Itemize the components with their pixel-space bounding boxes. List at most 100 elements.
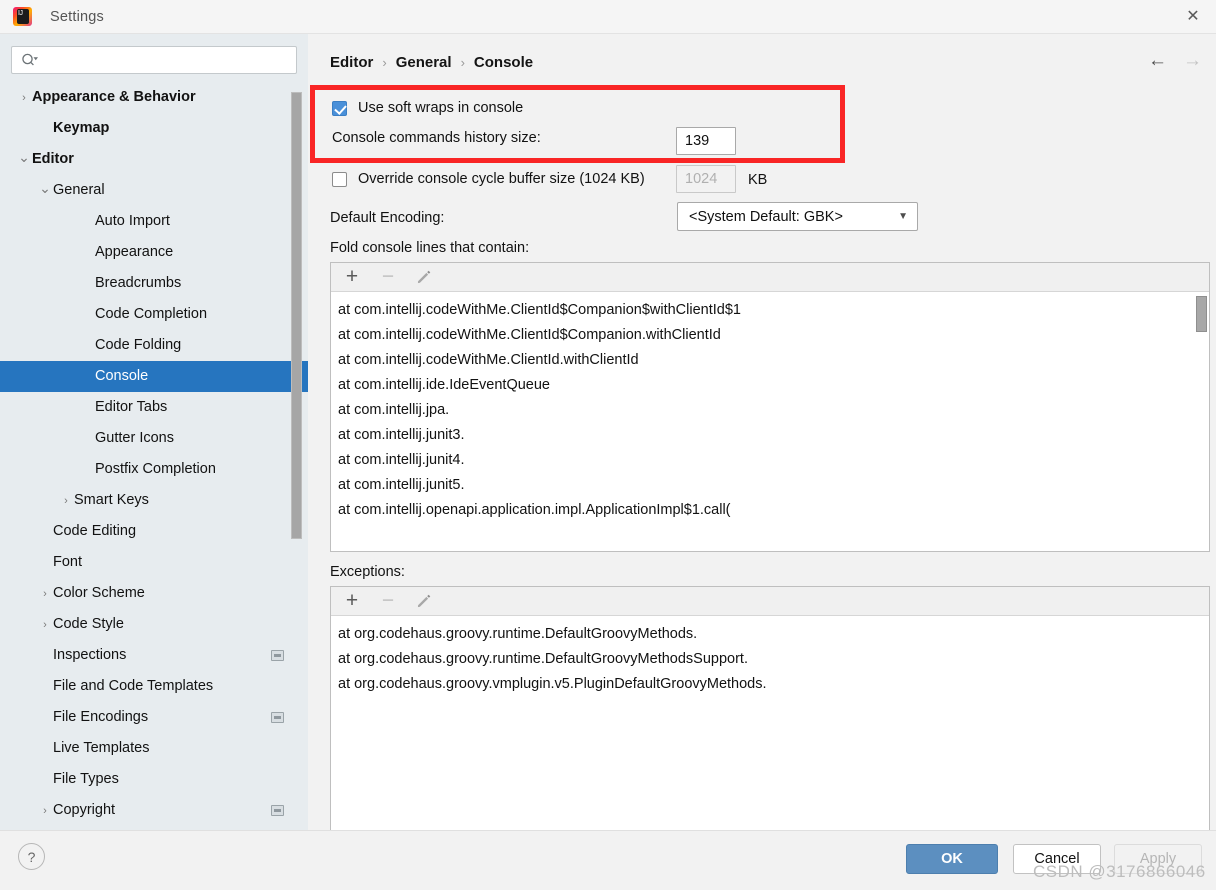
sidebar-item-label: Inspections xyxy=(53,647,127,664)
sidebar-item-label: Editor xyxy=(32,151,74,168)
sidebar-item-label: Breadcrumbs xyxy=(95,275,182,292)
exceptions-label: Exceptions: xyxy=(330,564,405,580)
sidebar-item-general[interactable]: ⌄ General xyxy=(0,175,308,206)
sidebar-item-label: File Types xyxy=(53,771,119,788)
default-encoding-combobox[interactable]: <System Default: GBK> ▼ xyxy=(677,202,918,231)
chevron-down-icon[interactable]: ⌄ xyxy=(37,180,53,197)
sidebar-item-postfix-completion[interactable]: Postfix Completion xyxy=(0,454,308,485)
project-scope-badge-icon xyxy=(271,712,284,723)
default-encoding-value: <System Default: GBK> xyxy=(689,208,843,225)
edit-pencil-icon[interactable] xyxy=(415,592,433,610)
sidebar-item-copyright[interactable]: › Copyright xyxy=(0,795,308,826)
sidebar-item-live-templates[interactable]: Live Templates xyxy=(0,733,308,764)
sidebar-item-font[interactable]: Font xyxy=(0,547,308,578)
chevron-right-icon[interactable]: › xyxy=(37,805,53,817)
edit-pencil-icon[interactable] xyxy=(415,268,433,286)
list-item[interactable]: at org.codehaus.groovy.runtime.DefaultGr… xyxy=(331,622,1209,647)
sidebar-item-keymap[interactable]: Keymap xyxy=(0,113,308,144)
content-panel: Editor › General › Console ← → Use soft … xyxy=(308,34,1216,839)
sidebar-item-label: Code Folding xyxy=(95,337,182,354)
breadcrumb-general[interactable]: General xyxy=(396,54,452,71)
breadcrumb-separator-1: › xyxy=(382,55,387,70)
override-buffer-row: Override console cycle buffer size (1024… xyxy=(332,171,645,187)
sidebar-scrollbar[interactable] xyxy=(291,92,302,539)
sidebar-item-label: Gutter Icons xyxy=(95,430,174,447)
chevron-right-icon[interactable]: › xyxy=(16,92,32,104)
list-item[interactable]: at com.intellij.codeWithMe.ClientId$Comp… xyxy=(331,323,1209,348)
sidebar-item-label: File and Code Templates xyxy=(53,678,214,695)
default-encoding-label: Default Encoding: xyxy=(330,210,445,226)
chevron-down-icon[interactable]: ⌄ xyxy=(16,149,32,166)
sidebar-item-code-editing[interactable]: Code Editing xyxy=(0,516,308,547)
search-box[interactable] xyxy=(11,46,297,74)
sidebar-item-appearance-behavior[interactable]: › Appearance & Behavior xyxy=(0,82,308,113)
breadcrumb-separator-2: › xyxy=(460,55,465,70)
soft-wraps-label: Use soft wraps in console xyxy=(358,100,524,116)
history-size-input[interactable] xyxy=(676,127,736,155)
sidebar-item-smart-keys[interactable]: › Smart Keys xyxy=(0,485,308,516)
sidebar-item-label: Code Editing xyxy=(53,523,137,540)
chevron-right-icon[interactable]: › xyxy=(58,495,74,507)
help-button[interactable]: ? xyxy=(18,843,45,870)
sidebar-item-file-encodings[interactable]: File Encodings xyxy=(0,702,308,733)
chevron-right-icon[interactable]: › xyxy=(37,619,53,631)
override-buffer-label: Override console cycle buffer size (1024… xyxy=(358,171,645,187)
breadcrumb-editor[interactable]: Editor xyxy=(330,54,373,71)
list-item[interactable]: at org.codehaus.groovy.runtime.DefaultGr… xyxy=(331,647,1209,672)
sidebar-item-label: Copyright xyxy=(53,802,116,819)
list-item[interactable]: at com.intellij.codeWithMe.ClientId$Comp… xyxy=(331,298,1209,323)
list-item[interactable]: at com.intellij.openapi.application.impl… xyxy=(331,498,1209,523)
sidebar-item-label: Appearance xyxy=(95,244,174,261)
sidebar-item-inspections[interactable]: Inspections xyxy=(0,640,308,671)
sidebar-item-label: Code Style xyxy=(53,616,124,633)
list-item[interactable]: at com.intellij.junit5. xyxy=(331,473,1209,498)
chevron-down-icon: ▼ xyxy=(898,211,908,222)
exceptions-toolbar: + − xyxy=(331,587,1209,616)
list-item[interactable]: at com.intellij.codeWithMe.ClientId.with… xyxy=(331,348,1209,373)
window-title: Settings xyxy=(50,8,104,25)
forward-arrow-icon[interactable]: → xyxy=(1183,51,1202,70)
list-item[interactable]: at com.intellij.junit4. xyxy=(331,448,1209,473)
sidebar-item-code-completion[interactable]: Code Completion xyxy=(0,299,308,330)
chevron-right-icon[interactable]: › xyxy=(37,588,53,600)
close-icon[interactable]: ✕ xyxy=(1170,0,1216,34)
list-item[interactable]: at org.codehaus.groovy.vmplugin.v5.Plugi… xyxy=(331,672,1209,697)
sidebar-item-console[interactable]: Console xyxy=(0,361,308,392)
fold-lines-toolbar: + − xyxy=(331,263,1209,292)
add-icon[interactable]: + xyxy=(343,266,361,287)
list-item[interactable]: at com.intellij.jpa. xyxy=(331,398,1209,423)
search-input[interactable] xyxy=(39,48,296,72)
logo-text: IJ xyxy=(18,10,23,17)
sidebar-item-label: Postfix Completion xyxy=(95,461,216,478)
back-arrow-icon[interactable]: ← xyxy=(1148,51,1167,70)
sidebar-item-breadcrumbs[interactable]: Breadcrumbs xyxy=(0,268,308,299)
fold-lines-scrollbar[interactable] xyxy=(1196,296,1207,332)
watermark: CSDN @3176866046 xyxy=(1033,862,1206,881)
sidebar-item-file-and-code-templates[interactable]: File and Code Templates xyxy=(0,671,308,702)
sidebar-item-color-scheme[interactable]: › Color Scheme xyxy=(0,578,308,609)
sidebar-item-auto-import[interactable]: Auto Import xyxy=(0,206,308,237)
sidebar-item-label: General xyxy=(53,182,105,199)
override-buffer-checkbox[interactable] xyxy=(332,171,347,187)
sidebar-item-appearance[interactable]: Appearance xyxy=(0,237,308,268)
sidebar-item-gutter-icons[interactable]: Gutter Icons xyxy=(0,423,308,454)
buffer-size-input[interactable] xyxy=(676,165,736,193)
sidebar-item-file-types[interactable]: File Types xyxy=(0,764,308,795)
breadcrumb: Editor › General › Console xyxy=(330,54,533,71)
sidebar-item-label: Keymap xyxy=(53,120,110,137)
add-icon[interactable]: + xyxy=(343,590,361,611)
sidebar-item-code-folding[interactable]: Code Folding xyxy=(0,330,308,361)
sidebar-item-code-style[interactable]: › Code Style xyxy=(0,609,308,640)
list-item[interactable]: at com.intellij.ide.IdeEventQueue xyxy=(331,373,1209,398)
sidebar-item-label: File Encodings xyxy=(53,709,149,726)
remove-icon[interactable]: − xyxy=(379,590,397,611)
sidebar-item-editor-tabs[interactable]: Editor Tabs xyxy=(0,392,308,423)
ok-button[interactable]: OK xyxy=(906,844,998,874)
soft-wraps-checkbox[interactable] xyxy=(332,100,347,116)
sidebar-item-editor[interactable]: ⌄ Editor xyxy=(0,144,308,175)
exceptions-listbox: + − at org.codehaus.groovy.runtime.Defau… xyxy=(330,586,1210,839)
nav-arrows: ← → xyxy=(1148,51,1202,70)
remove-icon[interactable]: − xyxy=(379,266,397,287)
sidebar-item-label: Console xyxy=(95,368,149,385)
list-item[interactable]: at com.intellij.junit3. xyxy=(331,423,1209,448)
